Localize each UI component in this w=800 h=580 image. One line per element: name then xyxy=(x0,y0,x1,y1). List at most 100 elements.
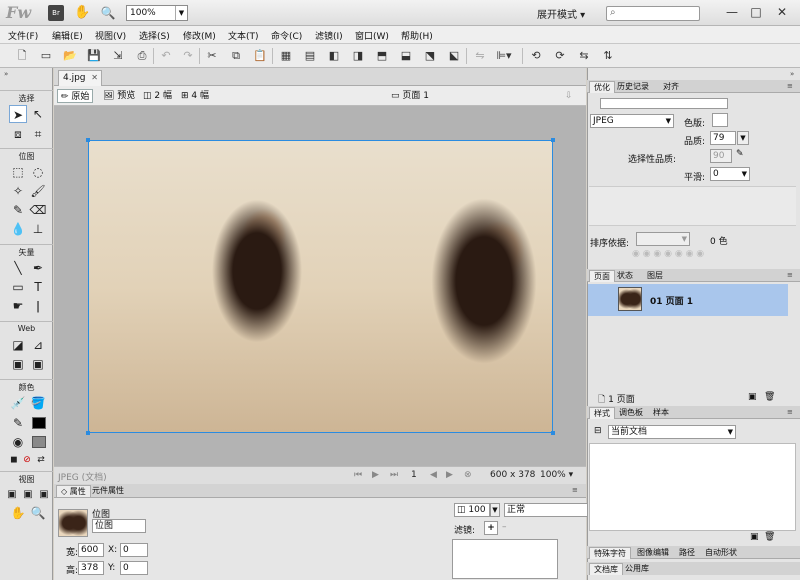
save-icon[interactable]: 💾 xyxy=(86,48,102,64)
menu-help[interactable]: 帮助(H) xyxy=(401,29,433,42)
tab-special-characters[interactable]: 特殊字符 xyxy=(589,547,631,559)
selective-quality-field[interactable]: 90 xyxy=(710,149,732,163)
prev-frame-icon[interactable]: ◀ xyxy=(430,470,437,480)
crop-tool-icon[interactable]: ⌗ xyxy=(29,125,47,143)
bring-front-icon[interactable]: ⬒ xyxy=(374,48,390,64)
x-field[interactable]: 0 xyxy=(120,543,148,557)
document-tab[interactable]: 4.jpg ✕ xyxy=(58,70,102,86)
new-page-icon[interactable]: ▣ xyxy=(748,392,757,402)
align-icon[interactable]: ⊫▾ xyxy=(496,48,512,64)
send-back-icon[interactable]: ⬕ xyxy=(446,48,462,64)
minimize-button[interactable]: — xyxy=(720,3,744,21)
new-file-icon[interactable]: 🗋 xyxy=(14,48,30,64)
add-filter-button[interactable]: + xyxy=(484,521,498,535)
eraser-tool-icon[interactable]: ⌫ xyxy=(29,201,47,219)
panel-menu-icon[interactable]: ≡ xyxy=(572,486,578,494)
menu-filters[interactable]: 滤镜(I) xyxy=(315,29,343,42)
last-frame-icon[interactable]: ⏭ xyxy=(390,470,398,480)
tab-properties[interactable]: ◇ 属性 xyxy=(56,485,91,497)
tab-palette[interactable]: 调色板 xyxy=(615,407,647,419)
edit-selective-icon[interactable]: ✎ xyxy=(736,149,744,159)
smoothing-select[interactable]: 0 ▼ xyxy=(710,167,750,181)
view-2up-button[interactable]: ◫ 2 幅 xyxy=(140,89,175,103)
page-list-item[interactable]: 01 页面 1 xyxy=(588,284,788,316)
new-doc-icon[interactable]: ▭ xyxy=(38,48,54,64)
send-backward-icon[interactable]: ⬔ xyxy=(422,48,438,64)
selection-handle[interactable] xyxy=(86,138,90,142)
rotate-right-icon[interactable]: ⟳ xyxy=(552,48,568,64)
bridge-button[interactable]: Br xyxy=(48,5,64,21)
rotate-left-icon[interactable]: ⟲ xyxy=(528,48,544,64)
hand-tool-icon[interactable]: ✋ xyxy=(9,504,27,522)
play-icon[interactable]: ▶ xyxy=(372,470,379,480)
menu-window[interactable]: 窗口(W) xyxy=(355,29,389,42)
panel-menu-icon[interactable]: ≡ xyxy=(787,408,793,416)
pointer-tool-icon[interactable]: ➤ xyxy=(9,105,27,123)
show-slices-icon[interactable]: ▣ xyxy=(29,355,47,373)
workspace-mode-menu[interactable]: 展开模式 ▾ xyxy=(537,6,585,21)
view-original-button[interactable]: ✏ 原始 xyxy=(57,89,94,103)
brush-tool-icon[interactable]: 🖌 xyxy=(29,182,47,200)
import-icon[interactable]: ⇲ xyxy=(110,48,126,64)
search-input[interactable]: ⌕ xyxy=(606,6,700,21)
cut-icon[interactable]: ✂ xyxy=(204,48,220,64)
text-tool-icon[interactable]: T xyxy=(29,278,47,296)
height-field[interactable]: 378 xyxy=(78,561,104,575)
copy-icon[interactable]: ⧉ xyxy=(228,48,244,64)
hotspot-tool-icon[interactable]: ◪ xyxy=(9,336,27,354)
menu-select[interactable]: 选择(S) xyxy=(139,29,170,42)
tab-layers[interactable]: 图层 xyxy=(643,270,667,282)
object-name-field[interactable]: 位图 xyxy=(92,519,146,533)
menu-modify[interactable]: 修改(M) xyxy=(183,29,216,42)
join-icon[interactable]: ◧ xyxy=(326,48,342,64)
menu-edit[interactable]: 编辑(E) xyxy=(52,29,83,42)
redo-icon[interactable]: ↷ xyxy=(180,48,196,64)
flip-horizontal-icon[interactable]: ⇆ xyxy=(576,48,592,64)
panel-menu-icon[interactable]: ≡ xyxy=(787,271,793,279)
tab-common-library[interactable]: 公用库 xyxy=(621,563,653,575)
filters-list[interactable] xyxy=(452,539,558,579)
collapse-icon[interactable]: » xyxy=(4,70,8,78)
zoom-tool-icon[interactable]: 🔍 xyxy=(29,504,47,522)
tab-image-editing[interactable]: 图像编辑 xyxy=(633,547,673,559)
swap-colors-icon[interactable]: ⇄ xyxy=(32,451,50,469)
bring-forward-icon[interactable]: ⬓ xyxy=(398,48,414,64)
tab-history[interactable]: 历史记录 xyxy=(613,81,653,93)
styles-library-select[interactable]: 当前文档 ▼ xyxy=(608,425,736,439)
close-tab-icon[interactable]: ✕ xyxy=(91,71,98,85)
opacity-dropdown[interactable]: ▼ xyxy=(490,503,500,517)
blur-tool-icon[interactable]: 💧 xyxy=(9,220,27,238)
tab-path[interactable]: 路径 xyxy=(675,547,699,559)
export-format-select[interactable]: JPEG ▼ xyxy=(590,114,674,128)
delete-style-icon[interactable]: 🗑 xyxy=(764,532,775,542)
view-4up-button[interactable]: ⊞ 4 幅 xyxy=(178,89,212,103)
line-tool-icon[interactable]: ╲ xyxy=(9,259,27,277)
remove-filter-button[interactable]: – xyxy=(502,522,507,532)
y-field[interactable]: 0 xyxy=(120,561,148,575)
stroke-color-swatch[interactable] xyxy=(32,417,46,429)
tab-styles[interactable]: 样式 xyxy=(589,407,615,419)
close-button[interactable]: ✕ xyxy=(770,3,794,21)
tab-states[interactable]: 状态 xyxy=(613,270,637,282)
new-style-icon[interactable]: ▣ xyxy=(750,532,759,542)
quality-dropdown[interactable]: ▼ xyxy=(737,131,749,145)
sort-select[interactable]: ▼ xyxy=(636,232,690,246)
optimize-preset-select[interactable] xyxy=(600,98,728,109)
subselect-tool-icon[interactable]: ↖ xyxy=(29,105,47,123)
selection-handle[interactable] xyxy=(551,431,555,435)
quality-field[interactable]: 79 xyxy=(710,131,736,145)
menu-file[interactable]: 文件(F) xyxy=(8,29,38,42)
maximize-button[interactable]: □ xyxy=(744,3,768,21)
tab-document-library[interactable]: 文档库 xyxy=(589,563,623,575)
tab-swatches[interactable]: 样本 xyxy=(649,407,673,419)
tab-symbol-properties[interactable]: 元件属性 xyxy=(88,485,128,497)
blend-mode-select[interactable]: 正常 xyxy=(504,503,588,517)
opacity-field[interactable]: ◫ 100 xyxy=(454,503,490,517)
ungroup-icon[interactable]: ▤ xyxy=(302,48,318,64)
zoom-icon[interactable]: 🔍 xyxy=(100,5,116,21)
status-zoom[interactable]: 100% ▾ xyxy=(540,470,573,480)
marquee-tool-icon[interactable]: ⬚ xyxy=(9,163,27,181)
undo-icon[interactable]: ↶ xyxy=(158,48,174,64)
freeform-tool-icon[interactable]: ☛ xyxy=(9,297,27,315)
paint-bucket-icon[interactable]: 🪣 xyxy=(29,394,47,412)
